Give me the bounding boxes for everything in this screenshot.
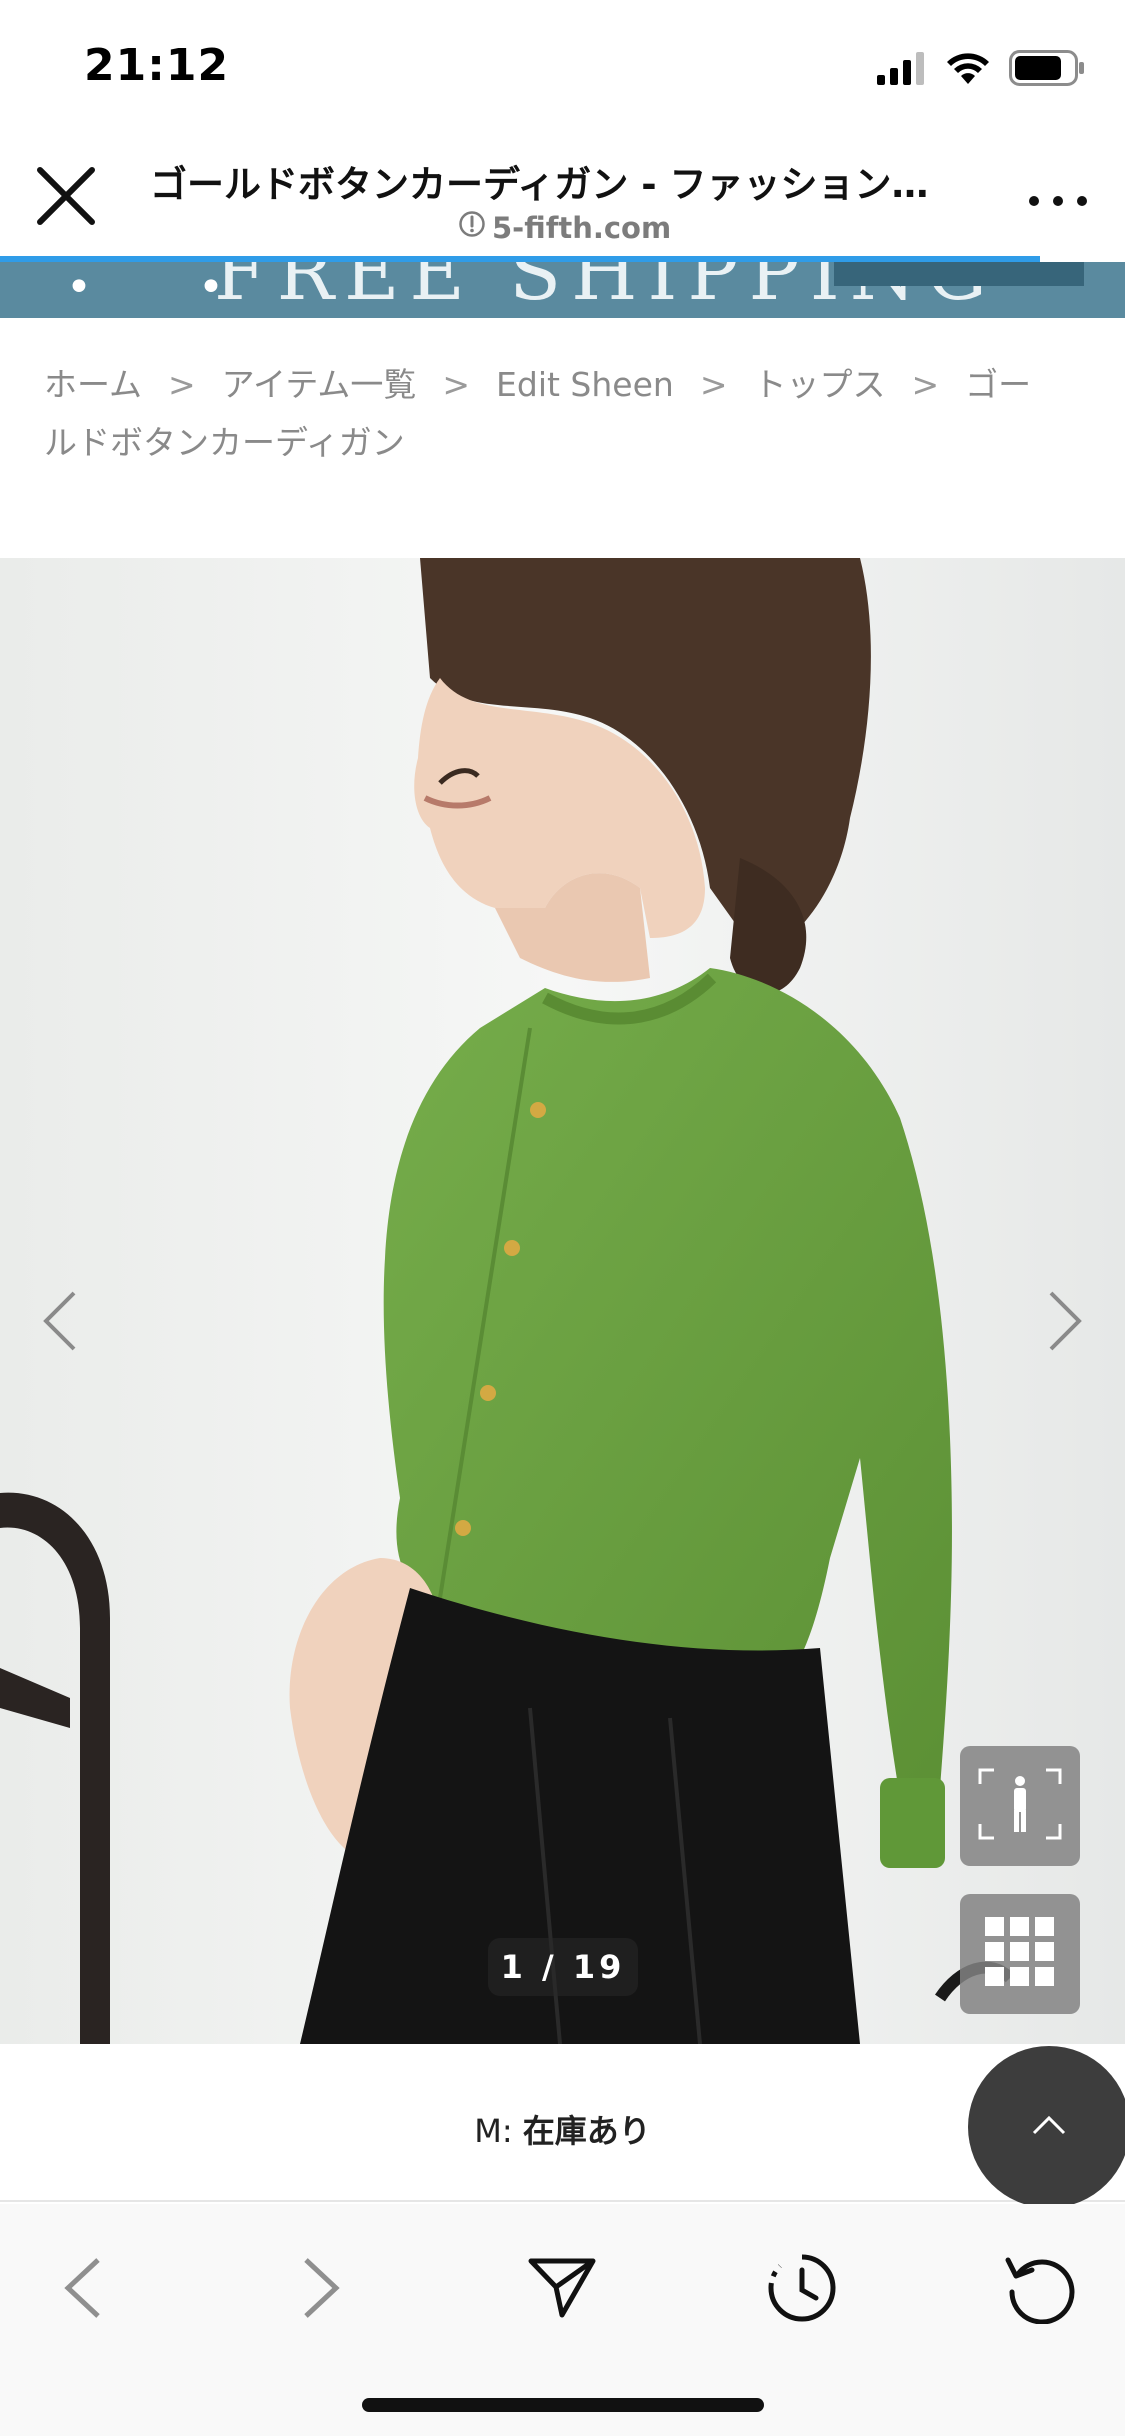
chevron-left-icon [40, 1289, 80, 1357]
history-button[interactable] [752, 2240, 852, 2340]
gallery-counter: 1 / 19 [488, 1938, 638, 1996]
browser-toolbar [0, 2204, 1125, 2436]
breadcrumb-item-items[interactable]: アイテム一覧 [222, 365, 417, 404]
gallery-prev-button[interactable] [30, 1278, 90, 1368]
breadcrumb-item-brand[interactable]: Edit Sheen [496, 365, 674, 404]
page-domain[interactable]: 5-fifth.com [458, 210, 671, 245]
breadcrumb-separator: > [442, 365, 471, 404]
info-icon [458, 210, 486, 245]
wifi-icon [945, 51, 991, 89]
reload-button[interactable] [990, 2240, 1090, 2340]
product-photo [0, 558, 1125, 2044]
promo-box [834, 262, 1084, 286]
reload-icon [1004, 2252, 1076, 2328]
status-bar: 21:12 [0, 0, 1125, 140]
breadcrumb-item-home[interactable]: ホーム [44, 365, 142, 404]
breadcrumb-separator: > [911, 365, 940, 404]
domain-text: 5-fifth.com [492, 210, 672, 245]
status-icons [877, 48, 1085, 92]
back-icon [60, 2256, 104, 2324]
browser-header: ゴールドボタンカーディガン - ファッション… 5-fifth.com [0, 140, 1125, 260]
share-button[interactable] [512, 2240, 612, 2340]
history-icon [766, 2252, 838, 2328]
share-icon [528, 2257, 596, 2323]
stock-availability: 在庫あり [522, 2112, 651, 2150]
promo-banner[interactable]: • • FREE SHIPPING [0, 262, 1125, 318]
breadcrumb-item-tops[interactable]: トップス [753, 365, 885, 404]
thumbnail-grid-button[interactable] [960, 1894, 1080, 2014]
more-button[interactable] [1029, 186, 1087, 216]
stock-bar: M: 在庫あり [0, 2044, 1125, 2202]
screen: 21:12 ゴールドボタンカーディガン - ファッション… 5-fifth.co… [0, 0, 1125, 2436]
chevron-right-icon [1045, 1289, 1085, 1357]
page-title: ゴールドボタンカーディガン - ファッション… [150, 163, 929, 206]
close-icon [34, 164, 98, 232]
back-to-top-button[interactable] [968, 2046, 1125, 2208]
close-button[interactable] [30, 162, 102, 234]
more-icon [1029, 196, 1039, 206]
breadcrumb-separator: > [699, 365, 728, 404]
person-frame-icon [974, 1764, 1066, 1848]
status-time: 21:12 [84, 40, 230, 91]
grid-icon [985, 1917, 1055, 1991]
stock-size: M: [474, 2112, 513, 2150]
model-size-button[interactable] [960, 1746, 1080, 1866]
cellular-signal-icon [877, 51, 927, 89]
forward-icon [300, 2256, 344, 2324]
breadcrumb-separator: > [168, 365, 196, 404]
back-button[interactable] [32, 2240, 132, 2340]
forward-button[interactable] [272, 2240, 372, 2340]
battery-icon [1009, 50, 1085, 90]
stock-status: M: 在庫あり [0, 2106, 1125, 2152]
home-indicator [362, 2398, 764, 2412]
breadcrumb: ホーム > アイテム一覧 > Edit Sheen > トップス > ゴールドボタンカーディガン [44, 356, 1064, 472]
product-gallery[interactable]: 1 / 19 [0, 558, 1125, 2044]
gallery-next-button[interactable] [1035, 1278, 1095, 1368]
chevron-up-icon [1031, 2114, 1067, 2140]
